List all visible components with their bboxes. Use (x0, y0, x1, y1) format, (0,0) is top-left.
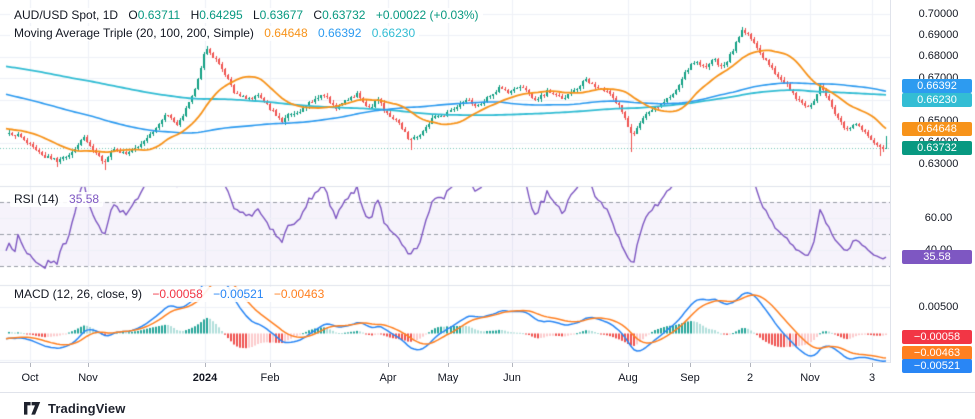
axis-badge-close: 0.63732 (902, 141, 972, 155)
ohlc-low-value: 0.63677 (260, 8, 303, 22)
ohlc-high-label: H (191, 8, 200, 22)
ma-indicator-legend[interactable]: Moving Average Triple (20, 100, 200, Sim… (10, 26, 419, 41)
time-tick-mark (30, 363, 31, 367)
time-axis-label: Jun (490, 372, 534, 384)
rsi-indicator-title: RSI (14) (14, 192, 59, 206)
ma200-value: 0.66230 (372, 26, 415, 40)
price-tick-label: 0.00500 (890, 301, 975, 314)
macd-hist-value: −0.00058 (152, 287, 202, 301)
time-tick-mark (388, 363, 389, 367)
axis-badge-ma20: 0.64648 (902, 122, 972, 136)
symbol-legend[interactable]: AUD/USD Spot, 1D O0.63711 H0.64295 L0.63… (10, 8, 483, 23)
time-tick-mark (270, 363, 271, 367)
price-tick-label: 0.70000 (890, 8, 975, 21)
ohlc-low-label: L (253, 8, 260, 22)
time-axis-label: Oct (8, 372, 52, 384)
price-tick-label: 0.68000 (890, 50, 975, 63)
ohlc-open-value: 0.63711 (138, 8, 181, 22)
ohlc-open-label: O (128, 8, 137, 22)
time-axis-label: May (426, 372, 470, 384)
macd-indicator-legend[interactable]: MACD (12, 26, close, 9) −0.00058 −0.0052… (10, 287, 328, 302)
axis-badge-rsi: 35.58 (902, 250, 972, 264)
time-tick-mark (205, 363, 206, 367)
time-axis-label: Nov (66, 372, 110, 384)
macd-signal-value: −0.00463 (274, 287, 324, 301)
tradingview-chart-widget: AUD/USD Spot, 1D O0.63711 H0.64295 L0.63… (0, 0, 975, 419)
rsi-value: 35.58 (69, 192, 99, 206)
axis-badge-macd-line: −0.00521 (902, 359, 972, 373)
change-value: +0.00022 (+0.03%) (376, 8, 479, 22)
macd-line-value: −0.00521 (213, 287, 263, 301)
ohlc-high-value: 0.64295 (199, 8, 242, 22)
time-axis-label: Sep (668, 372, 712, 384)
time-tick-mark (88, 363, 89, 367)
symbol-title: AUD/USD Spot, 1D (14, 8, 118, 22)
time-axis[interactable]: Oct Nov 2024 Feb Apr May Jun Aug Sep 2 Nov 3 (0, 363, 975, 393)
price-tick-label: 60.00 (890, 212, 975, 225)
time-axis-label: Apr (366, 372, 410, 384)
price-tick-label: 0.69000 (890, 29, 975, 42)
time-tick-mark (512, 363, 513, 367)
time-tick-mark (750, 363, 751, 367)
time-tick-mark (690, 363, 691, 367)
time-tick-mark (628, 363, 629, 367)
chart-plot-canvas[interactable] (0, 0, 890, 363)
time-axis-label: Aug (606, 372, 650, 384)
macd-indicator-title: MACD (12, 26, close, 9) (14, 287, 142, 301)
axis-badge-ma100: 0.66392 (902, 79, 972, 93)
ma100-value: 0.66392 (318, 26, 361, 40)
axis-badge-macd-hist: −0.00058 (902, 330, 972, 344)
time-axis-label: Nov (788, 372, 832, 384)
time-axis-label: Feb (248, 372, 292, 384)
time-axis-label: 2024 (183, 372, 227, 384)
ma-indicator-title: Moving Average Triple (20, 100, 200, Sim… (14, 26, 254, 40)
price-axis[interactable]: 0.700000.690000.680000.670000.660000.650… (890, 0, 975, 363)
time-axis-label: 2 (728, 372, 772, 384)
tradingview-logo-icon (24, 402, 41, 415)
ma20-value: 0.64648 (264, 26, 307, 40)
time-tick-mark (810, 363, 811, 367)
ohlc-close-value: 0.63732 (322, 8, 365, 22)
price-tick-label: 0.63000 (890, 158, 975, 171)
tradingview-attribution[interactable]: TradingView (24, 398, 125, 418)
time-axis-label: 3 (850, 372, 894, 384)
time-tick-mark (872, 363, 873, 367)
tradingview-brand-text: TradingView (48, 401, 125, 416)
rsi-indicator-legend[interactable]: RSI (14) 35.58 (10, 192, 103, 207)
time-tick-mark (448, 363, 449, 367)
ohlc-close-label: C (313, 8, 322, 22)
axis-badge-macd-signal: −0.00463 (902, 346, 972, 360)
axis-badge-ma200: 0.66230 (902, 93, 972, 107)
